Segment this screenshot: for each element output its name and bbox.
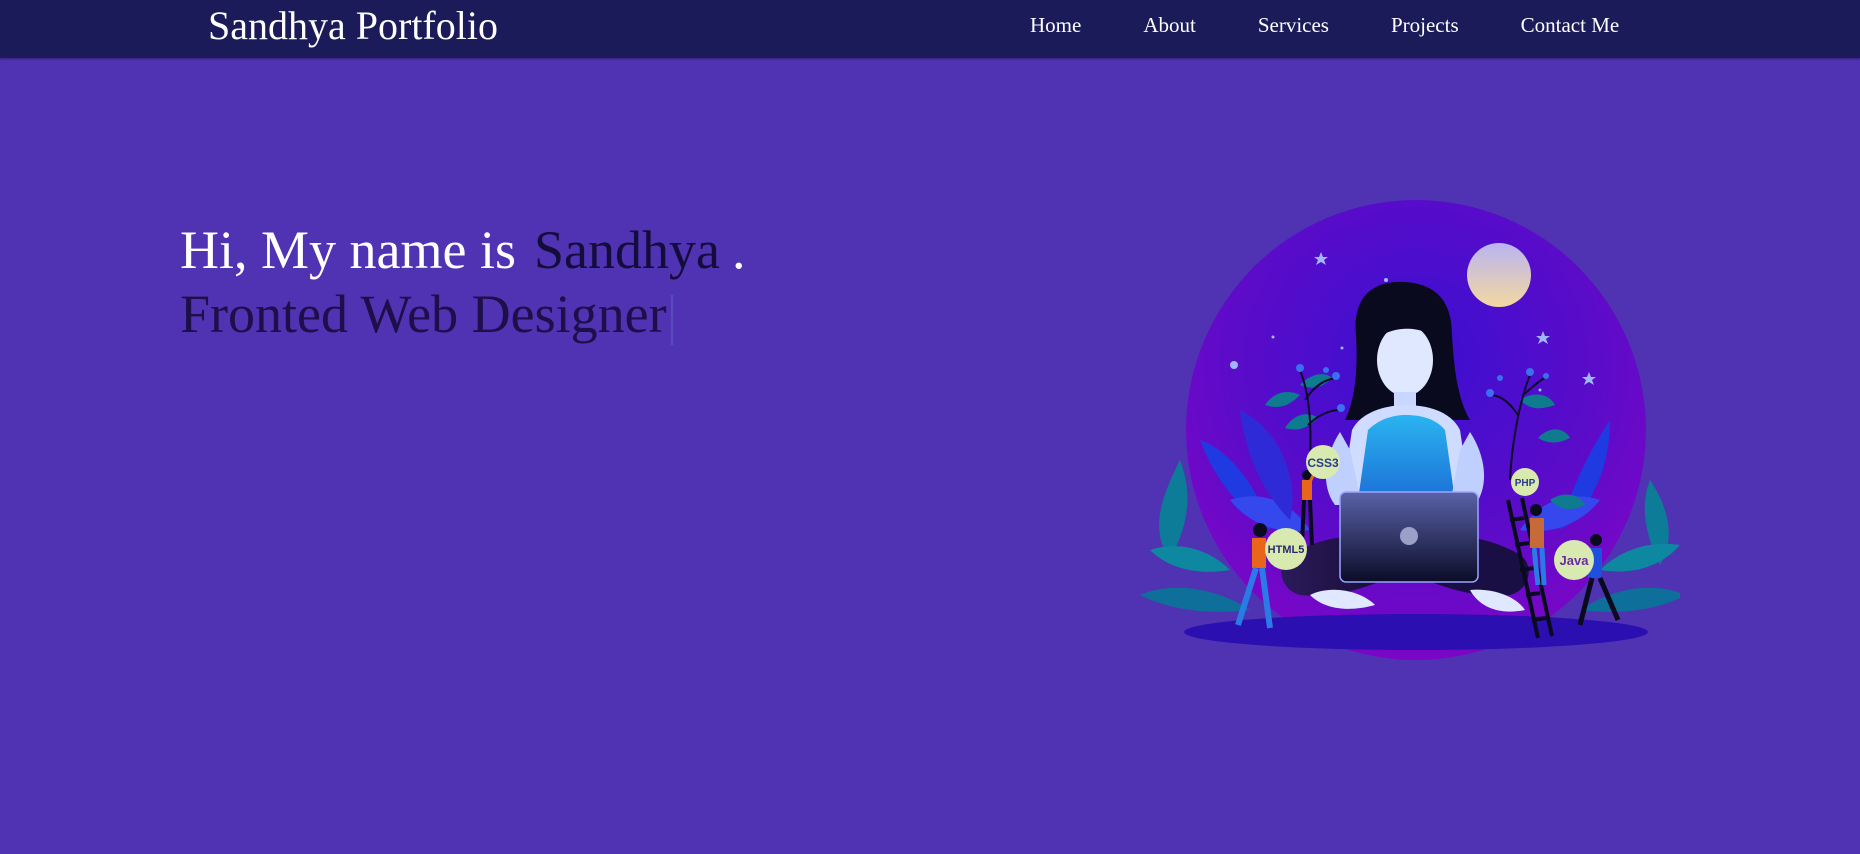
html5-badge-label: HTML5 [1268, 544, 1305, 556]
typing-cursor [670, 294, 673, 345]
hero-name: Sandhya [533, 220, 720, 280]
java-badge-label: Java [1560, 553, 1590, 568]
nav-services-link[interactable]: Services [1258, 12, 1329, 38]
moon-icon [1467, 243, 1531, 307]
nav-menu: Home About Services Projects Contact Me [1030, 12, 1619, 38]
hero-greeting: Hi, My name is [180, 220, 516, 280]
hero-text: Hi, My name is Sandhya. Fronted Web Desig… [180, 218, 745, 346]
hero-role-line: Fronted Web Designer [180, 282, 745, 346]
nav-contact-link[interactable]: Contact Me [1521, 12, 1620, 38]
navbar: Sandhya Portfolio Home About Services Pr… [0, 0, 1860, 58]
css3-badge-label: CSS3 [1307, 456, 1339, 470]
java-badge: Java [1554, 540, 1594, 580]
hero-greeting-line: Hi, My name is Sandhya. [180, 218, 745, 282]
hero-illustration: CSS3 PHP HTML5 Java [1140, 200, 1680, 660]
nav-about-link[interactable]: About [1143, 12, 1196, 38]
php-badge-label: PHP [1515, 478, 1536, 489]
nav-home-link[interactable]: Home [1030, 12, 1081, 38]
css3-badge: CSS3 [1306, 445, 1340, 479]
php-badge: PHP [1511, 468, 1539, 496]
html5-badge: HTML5 [1265, 528, 1307, 570]
hero-punctuation: . [731, 220, 746, 280]
brand-title[interactable]: Sandhya Portfolio [208, 2, 498, 50]
ground-shadow [1184, 614, 1648, 650]
hero-role: Fronted Web Designer [180, 284, 667, 344]
nav-projects-link[interactable]: Projects [1391, 12, 1459, 38]
